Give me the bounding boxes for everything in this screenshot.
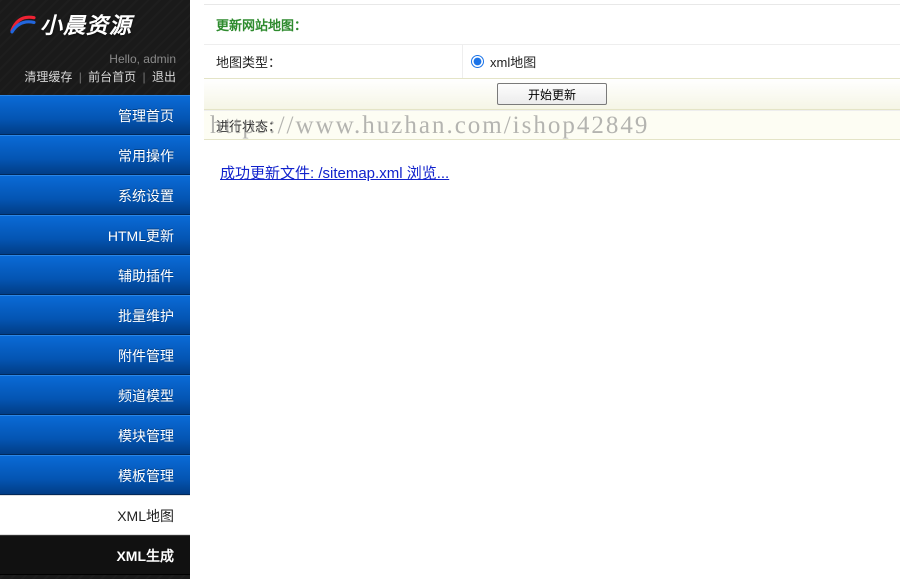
- sidebar-item-module-mgmt[interactable]: 模块管理: [0, 415, 190, 455]
- logo: 小晨资源: [0, 0, 190, 46]
- separator: |: [143, 70, 146, 84]
- sidebar-item-label: 系统设置: [118, 188, 174, 204]
- sidebar-item-label: 模块管理: [118, 428, 174, 444]
- sidebar-item-batch-maint[interactable]: 批量维护: [0, 295, 190, 335]
- row-start-update: 开始更新: [204, 78, 900, 110]
- start-update-button[interactable]: 开始更新: [497, 83, 607, 105]
- sidebar-item-label: 频道模型: [118, 388, 174, 404]
- progress-status-label: 进行状态：: [216, 116, 281, 135]
- sidebar: 小晨资源 Hello, admin 清理缓存 | 前台首页 | 退出 管理首页 …: [0, 0, 190, 579]
- sidebar-item-xml-generate[interactable]: XML生成: [0, 535, 190, 575]
- result-success-link[interactable]: 成功更新文件: /sitemap.xml 浏览...: [220, 165, 449, 182]
- main-content: 更新网站地图： 地图类型： xml地图 开始更新 进行状态： 成功更新文件: /…: [190, 0, 900, 579]
- sidebar-item-plugins[interactable]: 辅助插件: [0, 255, 190, 295]
- logo-swoosh-icon: [10, 13, 36, 35]
- sidebar-item-label: 模板管理: [118, 468, 174, 484]
- top-links: 清理缓存 | 前台首页 | 退出: [0, 68, 190, 95]
- sidebar-item-label: XML地图: [117, 508, 174, 524]
- sidebar-item-label: 常用操作: [118, 148, 174, 164]
- row-map-type: 地图类型： xml地图: [204, 44, 900, 78]
- sidebar-item-attach-mgmt[interactable]: 附件管理: [0, 335, 190, 375]
- sidebar-item-label: 附件管理: [118, 348, 174, 364]
- section-title: 更新网站地图：: [204, 5, 900, 44]
- row-progress-status: 进行状态：: [204, 110, 900, 140]
- sidebar-item-label: XML生成: [116, 548, 174, 564]
- sidebar-item-xml-map[interactable]: XML地图: [0, 495, 190, 535]
- sidebar-item-common-ops[interactable]: 常用操作: [0, 135, 190, 175]
- brand-name: 小晨资源: [40, 8, 132, 40]
- sidebar-item-label: 管理首页: [118, 108, 174, 124]
- link-logout[interactable]: 退出: [152, 70, 176, 84]
- sidebar-item-html-update[interactable]: HTML更新: [0, 215, 190, 255]
- map-type-label: 地图类型：: [204, 52, 462, 71]
- map-type-value: xml地图: [462, 45, 536, 78]
- sidebar-nav: 管理首页 常用操作 系统设置 HTML更新 辅助插件 批量维护 附件管理 频道模…: [0, 95, 190, 575]
- map-type-option-text: xml地图: [490, 52, 536, 71]
- sidebar-item-system-settings[interactable]: 系统设置: [0, 175, 190, 215]
- result-area: 成功更新文件: /sitemap.xml 浏览...: [204, 140, 900, 183]
- separator: |: [79, 70, 82, 84]
- sidebar-item-template-mgmt[interactable]: 模板管理: [0, 455, 190, 495]
- sidebar-item-channel-model[interactable]: 频道模型: [0, 375, 190, 415]
- link-clear-cache[interactable]: 清理缓存: [24, 70, 72, 84]
- link-front-home[interactable]: 前台首页: [88, 70, 136, 84]
- greeting-text: Hello, admin: [0, 46, 190, 68]
- map-type-radio-xml[interactable]: [471, 55, 484, 68]
- sidebar-item-label: 批量维护: [118, 308, 174, 324]
- sidebar-item-admin-home[interactable]: 管理首页: [0, 95, 190, 135]
- sidebar-item-label: HTML更新: [108, 228, 174, 244]
- sidebar-item-label: 辅助插件: [118, 268, 174, 284]
